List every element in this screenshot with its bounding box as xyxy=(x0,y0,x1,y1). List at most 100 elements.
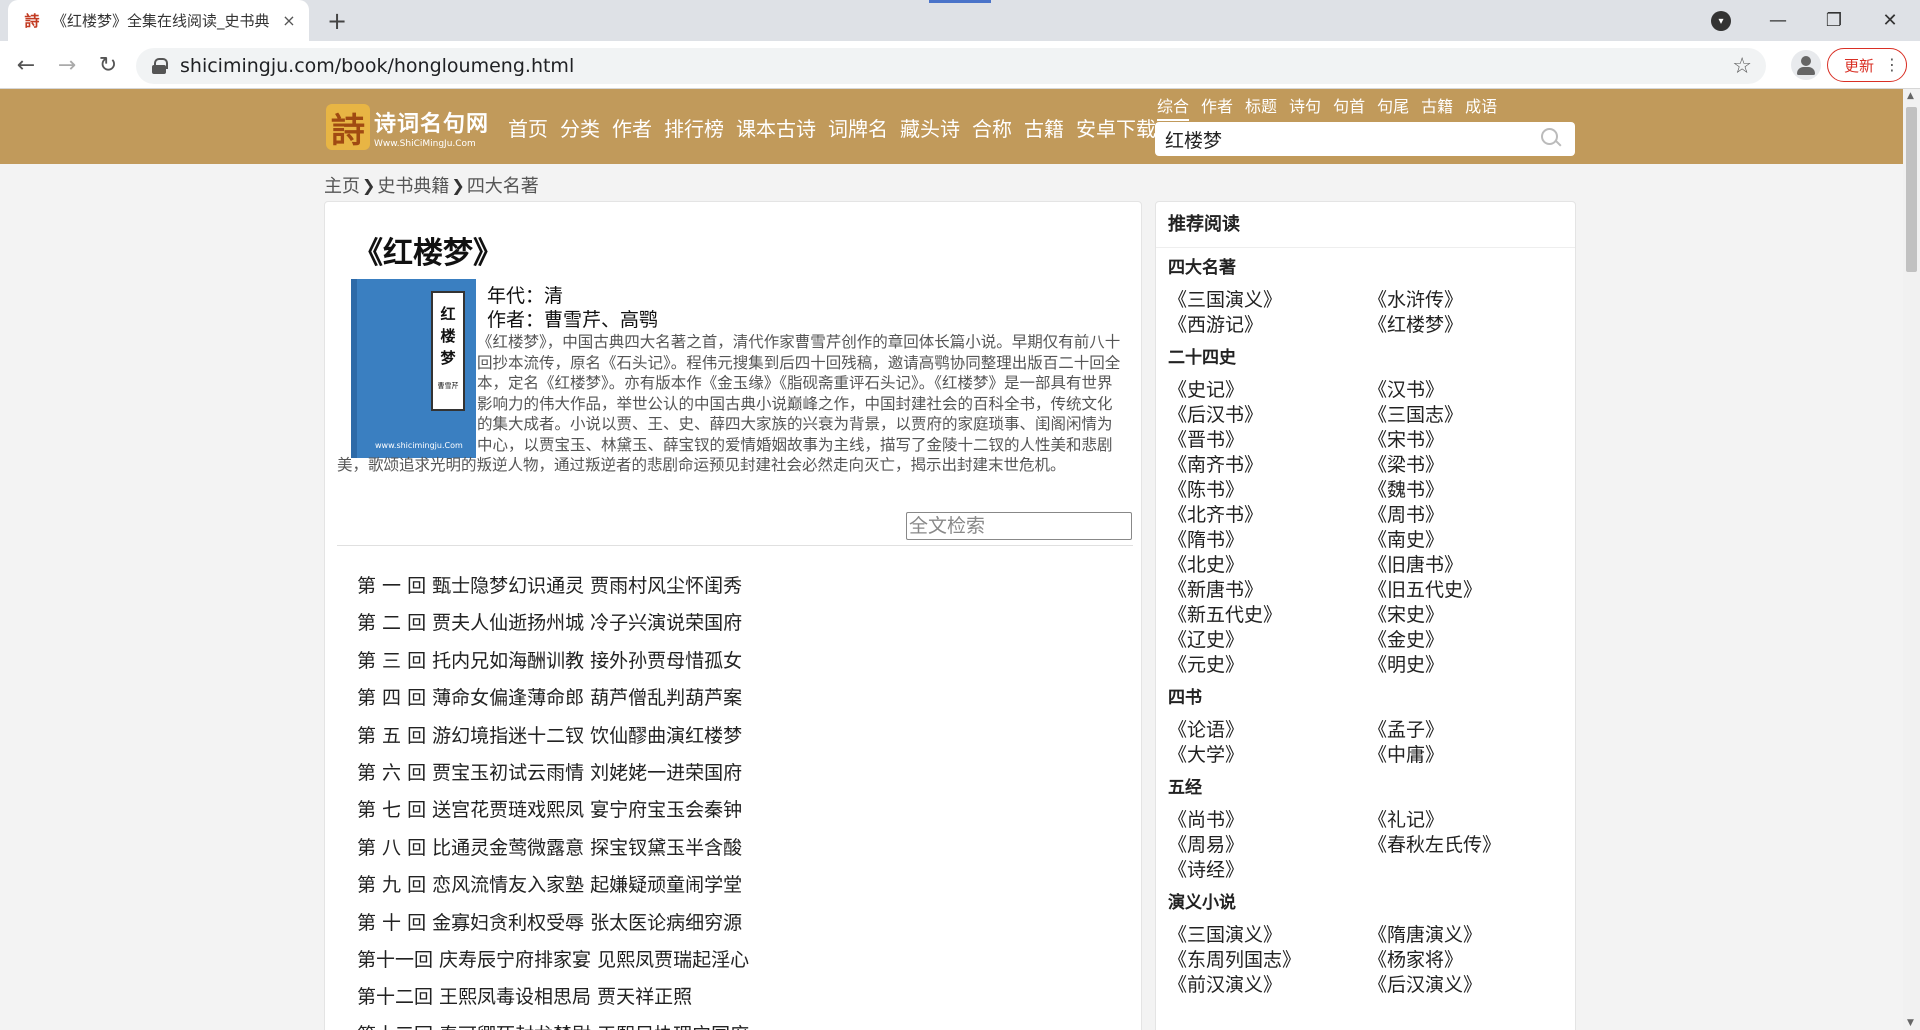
chapter-link[interactable]: 第十三回 秦可卿死封龙禁尉 王熙凤协理宁国府 xyxy=(357,1017,749,1030)
close-window-button[interactable]: ✕ xyxy=(1874,4,1906,36)
scroll-down-icon[interactable]: ▼ xyxy=(1907,1018,1914,1028)
sidebar-book-link[interactable]: 《辽史》 xyxy=(1168,628,1368,653)
browser-tab[interactable]: 詩 《红楼梦》全集在线阅读_史书典 × xyxy=(8,0,309,41)
chapter-link[interactable]: 第 二 回 贾夫人仙逝扬州城 冷子兴演说荣国府 xyxy=(357,605,749,642)
nav-cipai[interactable]: 词牌名 xyxy=(828,113,888,142)
sidebar-book-link[interactable]: 《晋书》 xyxy=(1168,428,1368,453)
sidebar-book-link[interactable]: 《中庸》 xyxy=(1368,743,1568,768)
sidebar-book-link[interactable]: 《旧五代史》 xyxy=(1368,578,1568,603)
sidebar-book-link[interactable]: 《水浒传》 xyxy=(1368,288,1568,313)
scroll-thumb[interactable] xyxy=(1906,107,1917,272)
chapter-link[interactable]: 第 一 回 甄士隐梦幻识通灵 贾雨村风尘怀闺秀 xyxy=(357,568,749,605)
chapter-link[interactable]: 第 六 回 贾宝玉初试云雨情 刘姥姥一进荣国府 xyxy=(357,755,749,792)
sidebar-book-link[interactable]: 《后汉演义》 xyxy=(1368,973,1568,998)
sidebar-book-link[interactable]: 《前汉演义》 xyxy=(1168,973,1368,998)
nav-category[interactable]: 分类 xyxy=(560,113,600,142)
tab-search-icon[interactable]: ▾ xyxy=(1711,11,1731,31)
sidebar-book-link[interactable]: 《后汉书》 xyxy=(1168,403,1368,428)
reload-button[interactable]: ↻ xyxy=(92,49,124,81)
sidebar-book-link[interactable]: 《杨家将》 xyxy=(1368,948,1568,973)
nav-textbook-poems[interactable]: 课本古诗 xyxy=(736,113,816,142)
sidebar-book-link[interactable]: 《三国演义》 xyxy=(1168,288,1368,313)
chapter-link[interactable]: 第 十 回 金寡妇贪利权受辱 张太医论病细穷源 xyxy=(357,905,749,942)
nav-home[interactable]: 首页 xyxy=(508,113,548,142)
sidebar-book-link[interactable]: 《元史》 xyxy=(1168,653,1368,678)
sidebar-book-link[interactable]: 《隋书》 xyxy=(1168,528,1368,553)
nav-ranking[interactable]: 排行榜 xyxy=(664,113,724,142)
sidebar-book-link[interactable]: 《金史》 xyxy=(1368,628,1568,653)
tab-close-icon[interactable]: × xyxy=(279,11,299,31)
sidebar-book-link[interactable]: 《陈书》 xyxy=(1168,478,1368,503)
address-bar[interactable]: shicimingju.com/book/hongloumeng.html ☆ xyxy=(136,48,1766,84)
sidebar-book-link[interactable]: 《新五代史》 xyxy=(1168,603,1368,628)
sidebar-book-link[interactable]: 《南齐书》 xyxy=(1168,453,1368,478)
search-tab-author[interactable]: 作者 xyxy=(1201,93,1233,121)
chapter-link[interactable]: 第 九 回 恋风流情友入家塾 起嫌疑顽童闹学堂 xyxy=(357,867,749,904)
sidebar-book-link[interactable]: 《春秋左氏传》 xyxy=(1368,833,1568,858)
search-tab-general[interactable]: 综合 xyxy=(1157,93,1190,121)
search-tab-idiom[interactable]: 成语 xyxy=(1465,93,1497,121)
sidebar-book-link[interactable]: 《新唐书》 xyxy=(1168,578,1368,603)
search-icon[interactable] xyxy=(1541,128,1563,150)
breadcrumb-history-classics[interactable]: 史书典籍 xyxy=(377,172,449,198)
chapter-link[interactable]: 第 四 回 薄命女偏逢薄命郎 葫芦僧乱判葫芦案 xyxy=(357,680,749,717)
sidebar-book-link[interactable]: 《旧唐书》 xyxy=(1368,553,1568,578)
sidebar-book-link[interactable]: 《周书》 xyxy=(1368,503,1568,528)
sidebar-book-link[interactable]: 《北齐书》 xyxy=(1168,503,1368,528)
sidebar-book-link[interactable]: 《大学》 xyxy=(1168,743,1368,768)
lock-icon[interactable] xyxy=(152,58,168,74)
back-button[interactable]: ← xyxy=(10,49,42,81)
site-logo[interactable]: 詩 诗词名句网 Www.ShiCiMingJu.Com xyxy=(326,101,496,153)
sidebar-book-link[interactable]: 《东周列国志》 xyxy=(1168,948,1368,973)
sidebar-book-link[interactable]: 《三国演义》 xyxy=(1168,923,1368,948)
search-tab-line-end[interactable]: 句尾 xyxy=(1377,93,1409,121)
breadcrumb-home[interactable]: 主页 xyxy=(324,172,360,198)
scroll-up-icon[interactable]: ▲ xyxy=(1907,91,1914,101)
new-tab-button[interactable]: + xyxy=(322,6,352,36)
chapter-link[interactable]: 第十一回 庆寿辰宁府排家宴 见熙凤贾瑞起淫心 xyxy=(357,942,749,979)
sidebar-book-link[interactable]: 《北史》 xyxy=(1168,553,1368,578)
nav-author[interactable]: 作者 xyxy=(612,113,652,142)
search-tab-line-start[interactable]: 句首 xyxy=(1333,93,1365,121)
bookmark-star-icon[interactable]: ☆ xyxy=(1732,54,1752,79)
forward-button[interactable]: → xyxy=(51,49,83,81)
sidebar-book-link[interactable]: 《梁书》 xyxy=(1368,453,1568,478)
chapter-link[interactable]: 第十二回 王熙凤毒设相思局 贾天祥正照 xyxy=(357,979,749,1016)
search-tab-verse[interactable]: 诗句 xyxy=(1289,93,1321,121)
nav-classics[interactable]: 古籍 xyxy=(1024,113,1064,142)
sidebar-book-link[interactable]: 《史记》 xyxy=(1168,378,1368,403)
search-tab-classics[interactable]: 古籍 xyxy=(1421,93,1453,121)
sidebar-book-link[interactable]: 《明史》 xyxy=(1368,653,1568,678)
page-scrollbar[interactable]: ▲ ▼ xyxy=(1903,89,1920,1030)
profile-avatar[interactable] xyxy=(1791,50,1821,80)
minimize-button[interactable]: — xyxy=(1762,4,1794,36)
sidebar-book-link[interactable]: 《魏书》 xyxy=(1368,478,1568,503)
nav-hecheng[interactable]: 合称 xyxy=(972,113,1012,142)
chapter-link[interactable]: 第 七 回 送宫花贾琏戏熙凤 宴宁府宝玉会秦钟 xyxy=(357,792,749,829)
nav-android-download[interactable]: 安卓下载 xyxy=(1076,113,1156,142)
sidebar-book-link[interactable]: 《宋书》 xyxy=(1368,428,1568,453)
nav-acrostic[interactable]: 藏头诗 xyxy=(900,113,960,142)
menu-dots-icon[interactable]: ⋮ xyxy=(1884,55,1900,74)
update-button[interactable]: 更新 ⋮ xyxy=(1827,48,1907,82)
sidebar-book-link[interactable]: 《礼记》 xyxy=(1368,808,1568,833)
sidebar-book-link[interactable]: 《宋史》 xyxy=(1368,603,1568,628)
chapter-link[interactable]: 第 八 回 比通灵金莺微露意 探宝钗黛玉半含酸 xyxy=(357,830,749,867)
breadcrumb-four-classics[interactable]: 四大名著 xyxy=(467,172,539,198)
sidebar-book-link[interactable]: 《隋唐演义》 xyxy=(1368,923,1568,948)
fulltext-search-input[interactable]: 全文检索 xyxy=(906,512,1132,540)
sidebar-book-link[interactable]: 《西游记》 xyxy=(1168,313,1368,338)
sidebar-book-link[interactable]: 《诗经》 xyxy=(1168,858,1368,883)
sidebar-book-link[interactable]: 《汉书》 xyxy=(1368,378,1568,403)
sidebar-book-link[interactable]: 《红楼梦》 xyxy=(1368,313,1568,338)
search-tab-title[interactable]: 标题 xyxy=(1245,93,1277,121)
sidebar-book-link[interactable]: 《南史》 xyxy=(1368,528,1568,553)
sidebar-book-link[interactable]: 《周易》 xyxy=(1168,833,1368,858)
maximize-button[interactable]: ❐ xyxy=(1818,4,1850,36)
sidebar-book-link[interactable]: 《三国志》 xyxy=(1368,403,1568,428)
sidebar-book-link[interactable]: 《尚书》 xyxy=(1168,808,1368,833)
chapter-link[interactable]: 第 五 回 游幻境指迷十二钗 饮仙醪曲演红楼梦 xyxy=(357,718,749,755)
sidebar-book-link[interactable]: 《论语》 xyxy=(1168,718,1368,743)
site-search-input[interactable]: 红楼梦 xyxy=(1155,122,1575,156)
sidebar-book-link[interactable]: 《孟子》 xyxy=(1368,718,1568,743)
